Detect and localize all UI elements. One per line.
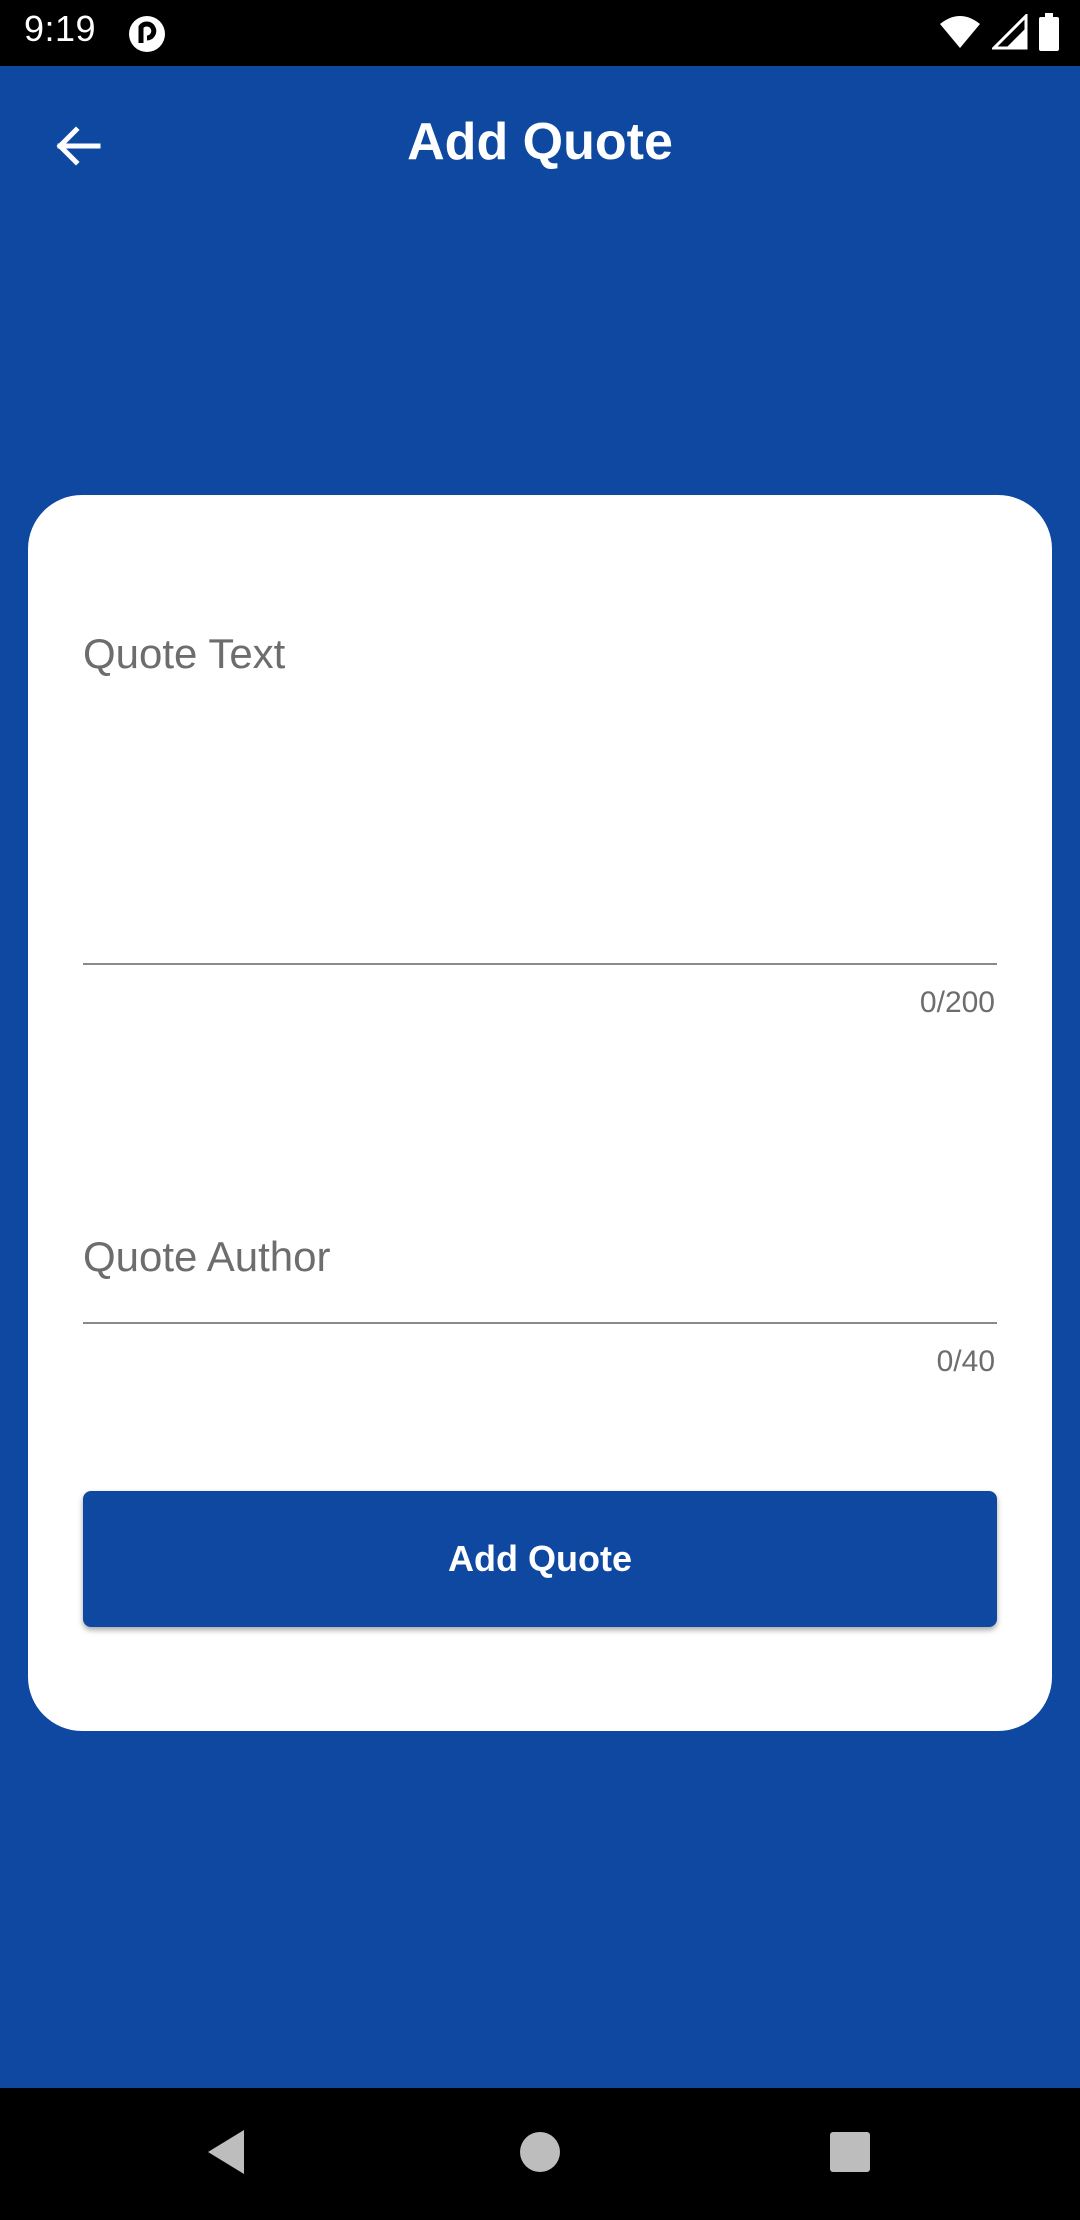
status-icons [938,11,1060,56]
battery-icon [1038,12,1060,56]
home-circle-icon [519,2131,561,2178]
quote-text-counter: 0/200 [919,986,995,1019]
app-bar: Add Quote [0,66,1080,222]
nav-back-button[interactable] [186,2114,266,2194]
back-triangle-icon [204,2128,248,2181]
pocket-casts-icon [127,14,167,54]
signal-icon [990,11,1028,55]
add-quote-button[interactable]: Add Quote [83,1491,997,1627]
status-time: 9:19 [24,8,97,49]
nav-home-button[interactable] [500,2114,580,2194]
quote-text-underline [83,963,997,965]
nav-recents-button[interactable] [810,2114,890,2194]
form-card: Quote Text 0/200 Quote Author 0/40 Add Q… [28,495,1052,1731]
quote-text-placeholder: Quote Text [83,630,286,677]
wifi-icon [938,14,982,55]
status-bar: 9:19 [0,0,1080,66]
page-title: Add Quote [407,113,673,171]
quote-author-counter: 0/40 [936,1345,995,1378]
system-nav-bar [0,2088,1080,2220]
quote-text-field[interactable]: Quote Text 0/200 [83,630,997,1030]
recents-square-icon [829,2131,871,2178]
quote-author-field[interactable]: Quote Author 0/40 [83,1233,997,1393]
quote-author-underline [83,1322,997,1324]
quote-author-placeholder: Quote Author [83,1233,331,1280]
